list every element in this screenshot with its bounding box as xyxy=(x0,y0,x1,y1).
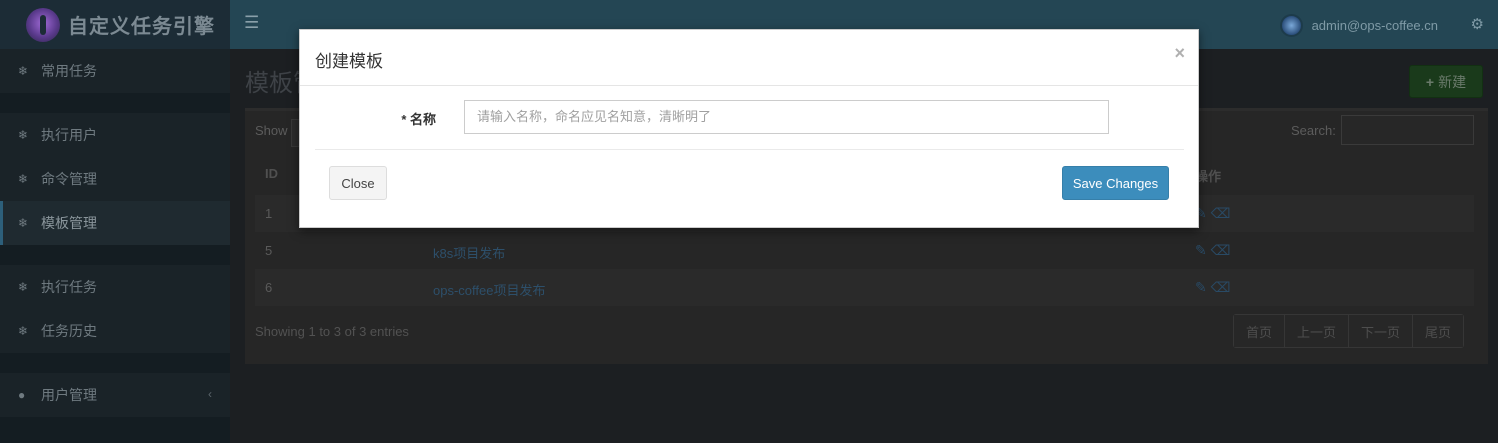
trash-icon[interactable]: ⌫ xyxy=(1211,205,1235,221)
sidebar-item-label: 执行用户 xyxy=(41,127,97,143)
row-name-link[interactable]: k8s项目发布 xyxy=(433,243,505,262)
plus-icon: + xyxy=(1425,73,1435,90)
row-id: 1 xyxy=(265,206,273,221)
sidebar-item-label: 模板管理 xyxy=(41,215,97,231)
logo-icon xyxy=(26,7,60,42)
sidebar-item-task-history[interactable]: ❄ 任务历史 xyxy=(0,309,230,353)
edit-icon[interactable]: ✎ xyxy=(1195,279,1211,295)
name-input[interactable] xyxy=(464,100,1109,134)
menu-icon[interactable]: ☰ xyxy=(244,13,260,33)
sidebar-item-commands[interactable]: ❄ 命令管理 xyxy=(0,157,230,201)
paw-icon: ❄ xyxy=(18,280,29,294)
paw-icon: ❄ xyxy=(18,172,29,186)
app-logo[interactable]: 自定义任务引擎 xyxy=(0,0,230,49)
sidebar-item-label: 常用任务 xyxy=(41,63,97,79)
row-actions: ✎⌫ xyxy=(1195,205,1235,222)
user-name: admin@ops-coffee.cn xyxy=(1311,17,1438,33)
page-next[interactable]: 下一页 xyxy=(1349,315,1414,347)
save-changes-button[interactable]: Save Changes xyxy=(1062,166,1169,200)
show-label: Show xyxy=(255,123,288,138)
search-input[interactable] xyxy=(1341,115,1474,145)
table-row: 5 k8s项目发布 ✎⌫ xyxy=(255,232,1474,269)
user-menu[interactable]: admin@ops-coffee.cn xyxy=(1279,12,1438,38)
modal-header: 创建模板 × xyxy=(300,30,1198,86)
edit-icon[interactable]: ✎ xyxy=(1195,242,1211,258)
sidebar-item-exec-tasks[interactable]: ❄ 执行任务 xyxy=(0,265,230,309)
pagination: 首页 上一页 下一页 尾页 xyxy=(1233,314,1465,348)
search-label: Search: xyxy=(1291,123,1336,138)
row-id: 6 xyxy=(265,280,273,295)
table-row: 6 ops-coffee项目发布 ✎⌫ xyxy=(255,269,1474,306)
close-icon[interactable]: × xyxy=(1174,43,1185,64)
chevron-left-icon: ‹ xyxy=(208,387,212,401)
row-actions: ✎⌫ xyxy=(1195,242,1235,259)
page-first[interactable]: 首页 xyxy=(1234,315,1286,347)
paw-icon: ❄ xyxy=(18,324,29,338)
paw-icon: ❄ xyxy=(18,128,29,142)
name-label: * 名称 xyxy=(401,112,436,127)
sidebar-item-label: 命令管理 xyxy=(41,171,97,187)
avatar xyxy=(1279,13,1303,37)
row-name-link[interactable]: ops-coffee项目发布 xyxy=(433,280,545,299)
divider xyxy=(315,149,1184,150)
trash-icon[interactable]: ⌫ xyxy=(1211,242,1235,258)
sidebar-item-exec-users[interactable]: ❄ 执行用户 xyxy=(0,113,230,157)
row-actions: ✎⌫ xyxy=(1195,279,1235,296)
paw-icon: ❄ xyxy=(18,64,29,78)
sidebar-item-label: 任务历史 xyxy=(41,323,97,339)
sidebar-item-label: 用户管理 xyxy=(41,387,97,403)
column-header-id[interactable]: ID xyxy=(265,166,278,181)
modal-title: 创建模板 xyxy=(315,52,383,72)
new-button-label: 新建 xyxy=(1438,73,1467,90)
new-button[interactable]: + 新建 xyxy=(1409,65,1483,98)
gears-icon[interactable]: ⚙ xyxy=(1471,15,1484,33)
users-icon: ● xyxy=(18,388,26,402)
table-info: Showing 1 to 3 of 3 entries xyxy=(255,324,409,339)
sidebar: ❄ 常用任务 ❄ 执行用户 ❄ 命令管理 ❄ 模板管理 ❄ 执行任务 ❄ 任务历… xyxy=(0,49,230,443)
close-button[interactable]: Close xyxy=(329,166,387,200)
row-id: 5 xyxy=(265,243,273,258)
sidebar-item-common-tasks[interactable]: ❄ 常用任务 xyxy=(0,49,230,93)
page-last[interactable]: 尾页 xyxy=(1413,315,1464,347)
sidebar-item-templates[interactable]: ❄ 模板管理 xyxy=(0,201,230,245)
trash-icon[interactable]: ⌫ xyxy=(1211,279,1235,295)
sidebar-item-user-management[interactable]: ● 用户管理 ‹ xyxy=(0,373,230,417)
app-title: 自定义任务引擎 xyxy=(68,14,215,38)
paw-icon: ❄ xyxy=(18,216,29,230)
page-prev[interactable]: 上一页 xyxy=(1285,315,1350,347)
sidebar-item-label: 执行任务 xyxy=(41,279,97,295)
create-template-modal: 创建模板 × * 名称 Close Save Changes xyxy=(299,29,1199,228)
